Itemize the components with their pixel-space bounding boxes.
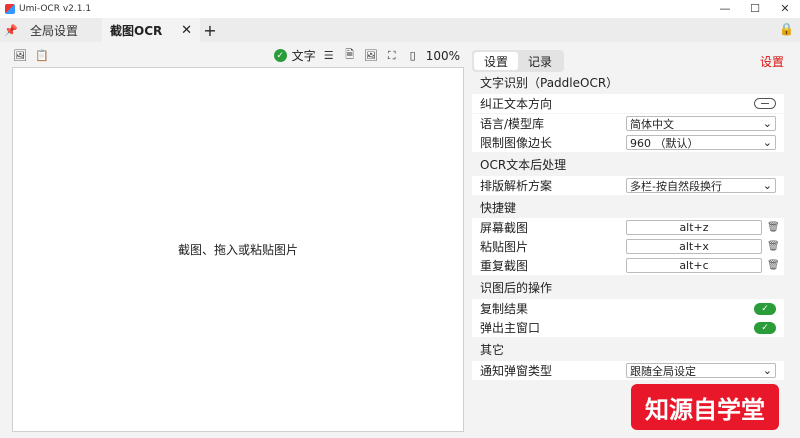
select-value: 跟随全局设定 — [630, 364, 696, 378]
copy-result-toggle[interactable]: ✓ — [754, 302, 776, 315]
select-value: 960 （默认） — [630, 136, 699, 150]
select-value: 简体中文 — [630, 117, 674, 131]
row-label: 排版解析方案 — [480, 179, 553, 193]
pin-icon[interactable]: 📌 — [0, 18, 22, 42]
repeat-hotkey-field[interactable]: alt+c — [626, 258, 762, 273]
chevron-down-icon: ⌄ — [762, 136, 772, 149]
window-controls: — ☐ ✕ — [710, 0, 800, 18]
tab-label: 全局设置 — [30, 23, 79, 38]
tab-label: 截图OCR — [110, 23, 163, 38]
close-tab-icon[interactable]: ✕ — [181, 23, 192, 38]
row-label: 语言/模型库 — [480, 117, 545, 131]
row-label: 弹出主窗口 — [480, 321, 541, 335]
list-icon[interactable]: ☰ — [321, 48, 337, 64]
chevron-down-icon: ⌄ — [762, 179, 772, 192]
section-hotkeys: 快捷键 — [480, 200, 517, 215]
watermark-logo: 知源自学堂 — [631, 384, 779, 430]
zoom-level: 100% — [425, 48, 460, 63]
row-correct-direction: 纠正文本方向 — [472, 94, 784, 113]
trash-icon[interactable]: 🗑 — [767, 222, 780, 233]
image-canvas[interactable]: 截图、拖入或粘贴图片 — [12, 67, 464, 432]
save-icon[interactable]: 🗎 — [342, 48, 358, 64]
row-label: 复制结果 — [480, 302, 529, 316]
check-icon: ✓ — [273, 49, 287, 62]
settings-link[interactable]: 设置 — [760, 53, 784, 70]
correct-direction-toggle[interactable] — [754, 98, 776, 109]
row-label: 粘贴图片 — [480, 240, 529, 254]
row-screenshot-hotkey: 屏幕截图 alt+z 🗑 — [472, 218, 784, 237]
row-label: 重复截图 — [480, 259, 529, 273]
maximize-button[interactable]: ☐ — [740, 0, 770, 18]
row-layout: 排版解析方案 多栏-按自然段换行 ⌄ — [472, 176, 784, 195]
trash-icon[interactable]: 🗑 — [767, 260, 780, 271]
section-after: 识图后的操作 — [480, 280, 553, 295]
toolbar-right: ✓ 文字 ☰ 🗎 🖼 ⛶ ▯ 100% — [273, 47, 460, 64]
row-label: 纠正文本方向 — [480, 97, 553, 111]
screenshot-hotkey-field[interactable]: alt+z — [626, 220, 762, 235]
section-post: OCR文本后处理 — [480, 157, 567, 172]
limit-side-select[interactable]: 960 （默认） ⌄ — [626, 135, 776, 150]
tab-records[interactable]: 记录 — [518, 52, 562, 70]
lock-icon[interactable]: 🔒 — [779, 22, 794, 36]
window-title: Umi-OCR v2.1.1 — [19, 4, 92, 14]
tab-settings[interactable]: 设置 — [474, 52, 518, 70]
actual-size-icon[interactable]: ▯ — [405, 48, 421, 64]
toolbar: 🖼 📋 ✓ 文字 ☰ 🗎 🖼 ⛶ ▯ 100% — [0, 44, 466, 66]
section-ocr: 文字识别（PaddleOCR） — [480, 75, 619, 90]
trash-icon[interactable]: 🗑 — [767, 241, 780, 252]
paste-hotkey-field[interactable]: alt+x — [626, 239, 762, 254]
tab-screenshot-ocr[interactable]: 截图OCR ✕ — [102, 18, 200, 42]
clipboard-icon[interactable]: 📋 — [34, 47, 50, 63]
row-copy-result: 复制结果 ✓ — [472, 299, 784, 318]
notify-type-select[interactable]: 跟随全局设定 ⌄ — [626, 363, 776, 378]
chevron-down-icon: ⌄ — [762, 364, 772, 377]
row-limit-side: 限制图像边长 960 （默认） ⌄ — [472, 133, 784, 152]
picture-icon[interactable]: 🖼 — [363, 48, 379, 64]
popup-main-toggle[interactable]: ✓ — [754, 321, 776, 334]
layout-select[interactable]: 多栏-按自然段换行 ⌄ — [626, 178, 776, 193]
canvas-hint: 截图、拖入或粘贴图片 — [177, 243, 298, 257]
panel-tabs: 设置 记录 — [472, 50, 564, 72]
text-toggle-label[interactable]: 文字 — [292, 47, 316, 64]
select-value: 多栏-按自然段换行 — [630, 179, 722, 193]
language-select[interactable]: 简体中文 ⌄ — [626, 116, 776, 131]
chevron-down-icon: ⌄ — [762, 117, 772, 130]
row-notify-type: 通知弹窗类型 跟随全局设定 ⌄ — [472, 361, 784, 380]
close-window-button[interactable]: ✕ — [770, 0, 800, 18]
title-bar: Umi-OCR v2.1.1 — ☐ ✕ — [0, 0, 800, 18]
app-logo-icon — [5, 4, 15, 14]
row-label: 限制图像边长 — [480, 136, 553, 150]
settings-panel: 设置 记录 设置 文字识别（PaddleOCR） 纠正文本方向 语言/模型库 简… — [472, 48, 792, 438]
row-repeat-hotkey: 重复截图 alt+c 🗑 — [472, 256, 784, 275]
row-popup-main: 弹出主窗口 ✓ — [472, 318, 784, 337]
section-other: 其它 — [480, 342, 505, 357]
minimize-button[interactable]: — — [710, 0, 740, 18]
image-icon[interactable]: 🖼 — [12, 47, 28, 63]
row-label: 屏幕截图 — [480, 221, 529, 235]
tab-global-settings[interactable]: 全局设置 — [22, 18, 102, 42]
row-label: 通知弹窗类型 — [480, 364, 553, 378]
row-language: 语言/模型库 简体中文 ⌄ — [472, 114, 784, 133]
add-tab-button[interactable]: + — [200, 18, 220, 42]
tab-bar: 📌 全局设置 截图OCR ✕ + 🔒 — [0, 18, 800, 42]
row-paste-hotkey: 粘贴图片 alt+x 🗑 — [472, 237, 784, 256]
fit-screen-icon[interactable]: ⛶ — [384, 48, 400, 64]
